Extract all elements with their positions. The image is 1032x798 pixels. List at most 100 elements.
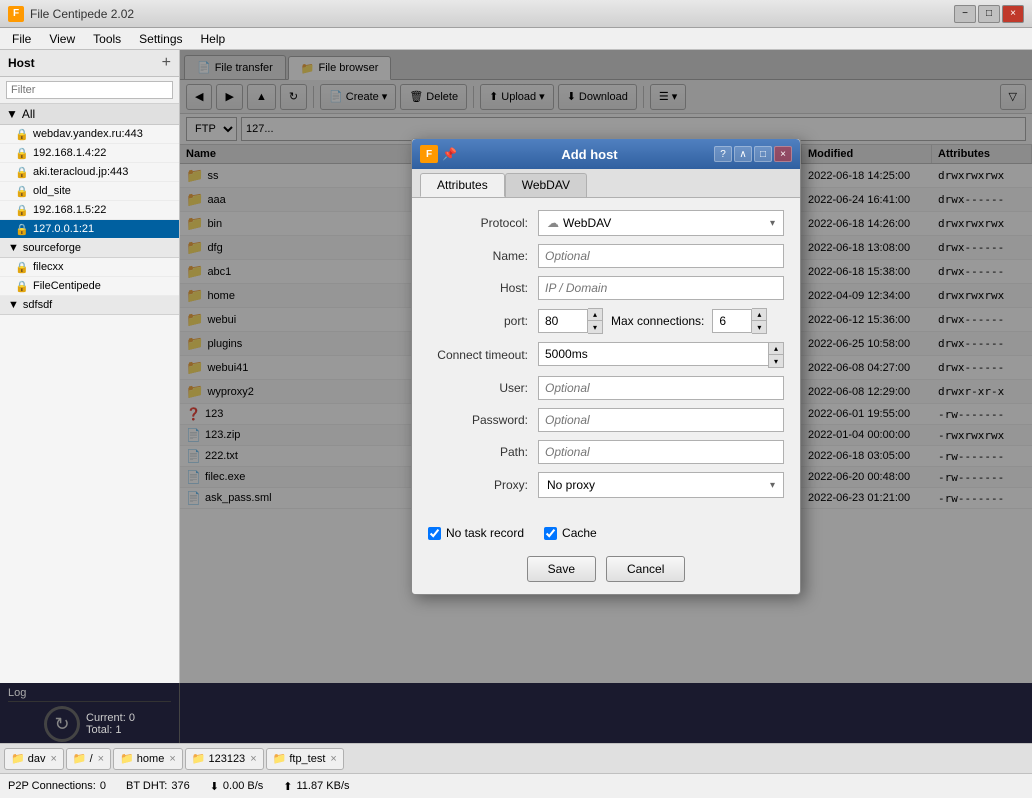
maximize-button[interactable]: □: [978, 5, 1000, 23]
down-arrow-icon: ⬇: [210, 780, 219, 793]
btab-root-label: /: [90, 753, 93, 765]
current-label: Current: 0: [86, 712, 135, 724]
menu-settings[interactable]: Settings: [131, 30, 190, 48]
timeout-down-spinner[interactable]: ▾: [769, 355, 783, 367]
path-input[interactable]: [538, 440, 784, 464]
modal-tab-attributes[interactable]: Attributes: [420, 173, 505, 197]
no-task-record-checkbox[interactable]: No task record: [428, 526, 524, 540]
proxy-select[interactable]: No proxy ▾: [538, 472, 784, 498]
sidebar-item-webdav-yandex[interactable]: 🔒 webdav.yandex.ru:443: [0, 125, 179, 144]
protocol-select-field[interactable]: ☁ WebDAV ▾: [538, 210, 784, 236]
sidebar-item-filecentipede[interactable]: 🔒 FileCentipede: [0, 277, 179, 296]
timeout-input[interactable]: [538, 342, 768, 366]
btab-123123-close[interactable]: ×: [250, 753, 256, 765]
modal-minimize-button[interactable]: ∧: [734, 146, 752, 162]
modal-close-button[interactable]: ×: [774, 146, 792, 162]
modal-overlay: F 📌 Add host ? ∧ □ × Attributes WebDAV: [180, 50, 1032, 683]
menu-file[interactable]: File: [4, 30, 39, 48]
group-toggle-icon: ▼: [8, 242, 19, 254]
sidebar-all-group[interactable]: ▼ All: [0, 104, 179, 125]
sidebar-item-aki-teracloud[interactable]: 🔒 aki.teracloud.jp:443: [0, 163, 179, 182]
modal-title-buttons: ? ∧ □ ×: [714, 146, 792, 162]
max-conn-down-spinner[interactable]: ▾: [752, 321, 766, 333]
log-numbers: Current: 0 Total: 1: [86, 712, 135, 736]
filter-input[interactable]: [6, 81, 173, 99]
host-input[interactable]: [538, 276, 784, 300]
title-bar-controls: − □ ×: [954, 5, 1024, 23]
log-content-area: [180, 683, 1032, 743]
sidebar-item-old-site[interactable]: 🔒 old_site: [0, 182, 179, 201]
folder-icon: 📁: [120, 752, 134, 765]
modal-pin-icon[interactable]: 📌: [442, 147, 457, 161]
modal-tab-webdav[interactable]: WebDAV: [505, 173, 587, 197]
modal-titlebar: F 📌 Add host ? ∧ □ ×: [412, 139, 800, 169]
p2p-connections: P2P Connections: 0: [8, 780, 106, 792]
folder-icon: 📁: [73, 752, 87, 765]
sidebar-group-sdfsdf[interactable]: ▼ sdfsdf: [0, 296, 179, 315]
sidebar-item-192-168-1-5[interactable]: 🔒 192.168.1.5:22: [0, 201, 179, 220]
timeout-up-spinner[interactable]: ▴: [769, 343, 783, 355]
cache-checkbox[interactable]: Cache: [544, 526, 597, 540]
sidebar-group-label: sdfsdf: [23, 299, 52, 311]
menu-help[interactable]: Help: [193, 30, 234, 48]
minimize-button[interactable]: −: [954, 5, 976, 23]
btab-home-close[interactable]: ×: [169, 753, 175, 765]
all-toggle-icon: ▼: [6, 107, 18, 121]
cancel-button[interactable]: Cancel: [606, 556, 685, 582]
chevron-down-icon: ▾: [770, 218, 775, 229]
cache-check[interactable]: [544, 527, 557, 540]
p2p-label: P2P Connections:: [8, 780, 96, 792]
max-conn-input[interactable]: [712, 309, 752, 333]
user-input[interactable]: [538, 376, 784, 400]
port-row: port: ▴ ▾ Max connections: ▴ ▾: [428, 308, 784, 334]
btab-dav-label: dav: [28, 753, 46, 765]
no-task-record-check[interactable]: [428, 527, 441, 540]
port-up-spinner[interactable]: ▴: [588, 309, 602, 321]
total-label: Total: 1: [86, 724, 135, 736]
add-host-button[interactable]: +: [162, 54, 171, 72]
menu-tools[interactable]: Tools: [85, 30, 129, 48]
btab-dav-close[interactable]: ×: [50, 753, 56, 765]
timeout-spinners: ▴ ▾: [768, 342, 784, 368]
log-header: Log: [8, 687, 171, 702]
name-row: Name:: [428, 244, 784, 268]
current-value: 0: [129, 712, 135, 724]
no-task-record-label: No task record: [446, 526, 524, 540]
shield-icon: 🔒: [16, 128, 28, 140]
password-input[interactable]: [538, 408, 784, 432]
bottom-tab-home[interactable]: 📁 home ×: [113, 748, 183, 770]
sidebar-item-127-0-0-1[interactable]: 🔒 127.0.0.1:21: [0, 220, 179, 239]
name-input[interactable]: [538, 244, 784, 268]
speed-up: ⬆ 11.87 KB/s: [283, 780, 349, 793]
timeout-field: ▴ ▾: [538, 342, 784, 368]
bottom-tab-dav[interactable]: 📁 dav ×: [4, 748, 64, 770]
save-button[interactable]: Save: [527, 556, 596, 582]
add-host-modal: F 📌 Add host ? ∧ □ × Attributes WebDAV: [411, 138, 801, 595]
sidebar-item-192-168-1-4[interactable]: 🔒 192.168.1.4:22: [0, 144, 179, 163]
sidebar-item-filecxx[interactable]: 🔒 filecxx: [0, 258, 179, 277]
btab-root-close[interactable]: ×: [98, 753, 104, 765]
btab-ftp-test-close[interactable]: ×: [330, 753, 336, 765]
menu-view[interactable]: View: [41, 30, 83, 48]
sidebar-group-sourceforge[interactable]: ▼ sourceforge: [0, 239, 179, 258]
folder-icon: 📁: [11, 752, 25, 765]
sidebar-title: Host: [8, 56, 35, 70]
max-conn-up-spinner[interactable]: ▴: [752, 309, 766, 321]
bottom-tab-root[interactable]: 📁 / ×: [66, 748, 111, 770]
port-input[interactable]: [538, 309, 588, 333]
log-stats-row: ↻ Current: 0 Total: 1: [44, 706, 135, 742]
bottom-tab-123123[interactable]: 📁 123123 ×: [185, 748, 264, 770]
log-circle-icon: ↻: [44, 706, 80, 742]
sidebar-header: Host +: [0, 50, 179, 77]
sidebar-all-label: All: [22, 107, 35, 121]
protocol-row: Protocol: ☁ WebDAV ▾: [428, 210, 784, 236]
modal-help-button[interactable]: ?: [714, 146, 732, 162]
close-button[interactable]: ×: [1002, 5, 1024, 23]
modal-expand-button[interactable]: □: [754, 146, 772, 162]
protocol-cloud-icon: ☁: [547, 216, 559, 230]
shield-icon: 🔒: [16, 223, 28, 235]
password-label: Password:: [428, 413, 538, 427]
status-bar: P2P Connections: 0 BT DHT: 376 ⬇ 0.00 B/…: [0, 773, 1032, 798]
bottom-tab-ftp-test[interactable]: 📁 ftp_test ×: [266, 748, 344, 770]
port-down-spinner[interactable]: ▾: [588, 321, 602, 333]
